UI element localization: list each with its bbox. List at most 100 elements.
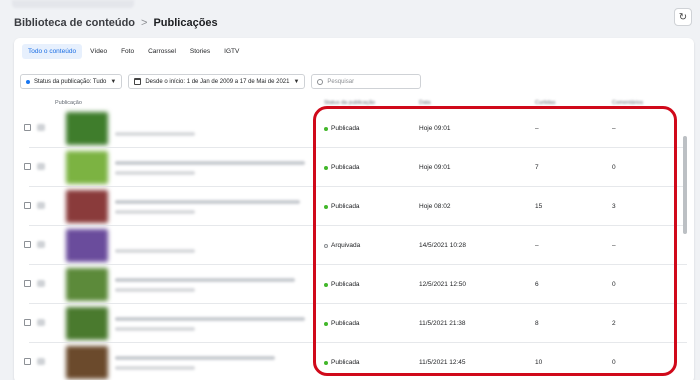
post-date: 11/5/2021 21:38 <box>419 320 466 327</box>
search-icon <box>317 78 324 85</box>
breadcrumb-separator: > <box>141 17 148 29</box>
tab-video[interactable]: Vídeo <box>84 44 113 59</box>
column-header-status[interactable]: Status da publicação <box>324 100 375 106</box>
post-caption[interactable] <box>115 278 295 282</box>
column-header-likes[interactable]: Curtidas <box>535 100 555 106</box>
post-status: Arquivada <box>324 242 360 249</box>
table-row[interactable]: Publicada Hoje 09:01 – – <box>24 110 664 146</box>
status-filter-label: Status da publicação: Tudo <box>34 78 107 85</box>
row-divider <box>29 264 687 265</box>
content-panel: Todo o conteúdo Vídeo Foto Carrossel Sto… <box>14 38 694 380</box>
post-date: Hoje 08:02 <box>419 203 451 210</box>
row-checkbox[interactable] <box>24 163 31 170</box>
post-status-label: Publicada <box>331 320 360 327</box>
post-type-icon <box>37 202 45 209</box>
chevron-down-icon: ▼ <box>110 78 117 85</box>
search-input[interactable]: Pesquisar <box>311 74 422 89</box>
post-meta <box>115 288 195 292</box>
post-status: Publicada <box>324 359 360 366</box>
table-row[interactable]: Publicada Hoje 08:02 15 3 <box>24 188 664 224</box>
refresh-icon: ↻ <box>678 11 688 23</box>
tab-igtv[interactable]: IGTV <box>218 44 245 59</box>
tab-all-content[interactable]: Todo o conteúdo <box>22 44 83 59</box>
post-thumbnail[interactable] <box>66 268 108 301</box>
post-meta <box>115 171 195 175</box>
post-status: Publicada <box>324 164 360 171</box>
post-meta <box>115 366 195 370</box>
post-comments: – <box>612 125 616 132</box>
post-status: Publicada <box>324 125 360 132</box>
filter-bar: Status da publicação: Tudo ▼ Desde o iní… <box>20 74 422 89</box>
date-range-label: Desde o início: 1 de Jan de 2009 a 17 de… <box>145 78 290 85</box>
post-date: Hoje 09:01 <box>419 125 451 132</box>
post-date: 14/5/2021 10:28 <box>419 242 466 249</box>
row-divider <box>29 342 687 343</box>
post-date: Hoje 09:01 <box>419 164 451 171</box>
tab-stories[interactable]: Stories <box>184 44 216 59</box>
tab-photo[interactable]: Foto <box>115 44 140 59</box>
post-thumbnail[interactable] <box>66 307 108 340</box>
post-status-label: Publicada <box>331 203 360 210</box>
breadcrumb-content-library[interactable]: Biblioteca de conteúdo <box>14 17 135 29</box>
post-thumbnail[interactable] <box>66 112 108 145</box>
post-likes: 15 <box>535 203 543 210</box>
table-row[interactable]: Publicada 11/5/2021 21:38 8 2 <box>24 305 664 341</box>
post-caption[interactable] <box>115 161 305 165</box>
post-type-icon <box>37 241 45 248</box>
post-type-icon <box>37 163 45 170</box>
post-status: Publicada <box>324 281 360 288</box>
post-likes: 10 <box>535 359 543 366</box>
row-divider <box>29 147 687 148</box>
post-comments: 0 <box>612 359 616 366</box>
post-meta <box>115 132 195 136</box>
post-comments: 2 <box>612 320 616 327</box>
post-comments: 3 <box>612 203 616 210</box>
post-thumbnail[interactable] <box>66 151 108 184</box>
row-checkbox[interactable] <box>24 124 31 131</box>
post-comments: – <box>612 242 616 249</box>
post-status-label: Publicada <box>331 164 360 171</box>
account-chip[interactable] <box>12 0 134 8</box>
post-status-label: Publicada <box>331 125 360 132</box>
table-row[interactable]: Publicada Hoje 09:01 7 0 <box>24 149 664 185</box>
table-scrollbar[interactable] <box>683 136 687 234</box>
status-dot-icon <box>324 321 328 326</box>
table-row[interactable]: Publicada 12/5/2021 12:50 6 0 <box>24 266 664 302</box>
column-header-comments[interactable]: Comentários <box>612 100 643 106</box>
post-date: 11/5/2021 12:45 <box>419 359 466 366</box>
post-caption[interactable] <box>115 356 275 360</box>
table-row[interactable]: Publicada 11/5/2021 12:45 10 0 <box>24 344 664 380</box>
post-likes: 7 <box>535 164 539 171</box>
row-checkbox[interactable] <box>24 319 31 326</box>
post-thumbnail[interactable] <box>66 346 108 379</box>
post-type-icon <box>37 358 45 365</box>
chevron-down-icon: ▼ <box>293 78 300 85</box>
post-caption[interactable] <box>115 317 305 321</box>
post-comments: 0 <box>612 281 616 288</box>
post-status: Publicada <box>324 203 360 210</box>
status-dot-icon <box>324 360 328 365</box>
post-caption[interactable] <box>115 200 300 204</box>
page-title: Publicações <box>153 17 218 29</box>
column-header-date[interactable]: Data <box>419 100 431 106</box>
post-thumbnail[interactable] <box>66 229 108 262</box>
status-filter-dot-icon <box>26 79 30 84</box>
row-checkbox[interactable] <box>24 241 31 248</box>
post-date: 12/5/2021 12:50 <box>419 281 466 288</box>
row-divider <box>29 225 687 226</box>
date-range-dropdown[interactable]: Desde o início: 1 de Jan de 2009 a 17 de… <box>128 74 306 89</box>
row-checkbox[interactable] <box>24 202 31 209</box>
row-divider <box>29 303 687 304</box>
status-dot-icon <box>324 204 328 209</box>
status-filter-dropdown[interactable]: Status da publicação: Tudo ▼ <box>20 74 123 89</box>
post-status: Publicada <box>324 320 360 327</box>
row-checkbox[interactable] <box>24 280 31 287</box>
status-dot-icon <box>324 165 328 170</box>
refresh-button[interactable]: ↻ <box>674 8 692 26</box>
tab-carousel[interactable]: Carrossel <box>142 44 182 59</box>
column-header-post[interactable]: Publicação <box>55 100 82 106</box>
row-checkbox[interactable] <box>24 358 31 365</box>
breadcrumb: Biblioteca de conteúdo > Publicações <box>14 17 218 29</box>
table-row[interactable]: Arquivada 14/5/2021 10:28 – – <box>24 227 664 263</box>
post-thumbnail[interactable] <box>66 190 108 223</box>
